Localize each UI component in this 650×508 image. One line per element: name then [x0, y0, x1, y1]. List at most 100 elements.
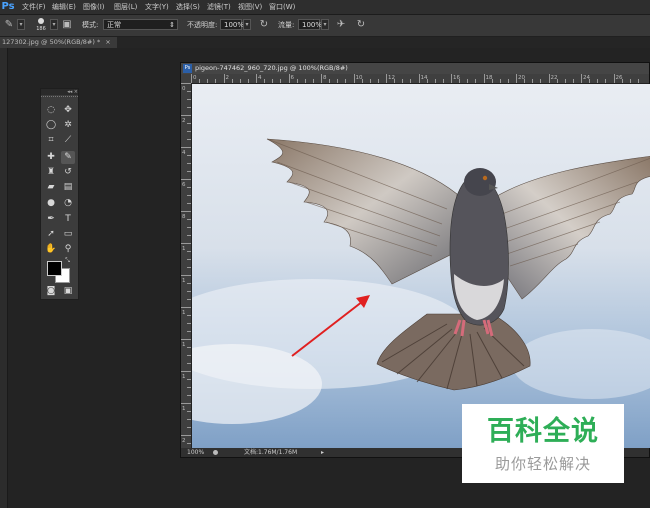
move-tool-icon[interactable]: ✥ — [61, 104, 75, 117]
ruler-tick — [187, 443, 191, 444]
foreground-color-swatch[interactable] — [47, 261, 62, 276]
ruler-tick — [459, 79, 461, 83]
status-info-icon[interactable] — [213, 450, 218, 455]
ruler-tick — [187, 219, 191, 220]
ruler-tick-label: 2 — [182, 118, 186, 124]
brush-panel-icon[interactable]: ▣ — [61, 19, 73, 31]
quick-mask-icon[interactable]: ◙ — [44, 285, 58, 298]
ruler-tick — [442, 79, 444, 83]
tab-document-127302[interactable]: 127302.jpg @ 50%(RGB/8#) * × — [0, 37, 117, 48]
ruler-tick — [187, 387, 191, 388]
ruler-tick — [187, 331, 191, 332]
pen-tool-icon[interactable]: ✒ — [44, 213, 58, 226]
marquee-tool-icon[interactable]: ◌ — [44, 104, 58, 117]
pressure-opacity-icon[interactable]: ↻ — [258, 19, 270, 31]
gradient-tool-icon[interactable]: ▤ — [61, 181, 75, 194]
status-menu-arrow-icon[interactable]: ▸ — [321, 448, 324, 457]
ruler-tick-label: 1 — [182, 406, 186, 412]
clone-stamp-tool-icon[interactable]: ♜ — [44, 166, 58, 179]
ruler-tick — [187, 131, 191, 132]
vertical-ruler[interactable]: 02468111111222 — [181, 83, 192, 448]
ruler-tick — [572, 79, 574, 83]
ruler-tick — [304, 79, 306, 83]
pressure-size-icon[interactable]: ↻ — [355, 19, 367, 31]
menu-item[interactable]: 选择(S) — [176, 0, 200, 14]
ruler-tick — [191, 74, 192, 83]
zoom-level[interactable]: 100% — [187, 448, 204, 457]
left-panel-dock — [0, 48, 8, 508]
crop-tool-icon[interactable]: ⌗ — [44, 134, 58, 147]
ruler-tick — [499, 79, 501, 83]
ruler-tick — [548, 74, 550, 83]
hand-tool-icon[interactable]: ✋ — [44, 243, 58, 256]
menu-item[interactable]: 窗口(W) — [269, 0, 295, 14]
ruler-tick-label: 1 — [182, 246, 186, 252]
airbrush-icon[interactable]: ✈ — [335, 19, 347, 31]
brush-tool-icon[interactable]: ✎ — [61, 151, 75, 164]
mode-select[interactable]: 正常 ⇕ — [103, 19, 178, 30]
healing-brush-tool-icon[interactable]: ✚ — [44, 151, 58, 164]
zoom-tool-icon[interactable]: ⚲ — [61, 243, 75, 256]
history-brush-tool-icon[interactable]: ↺ — [61, 166, 75, 179]
ruler-tick — [491, 79, 493, 83]
magic-wand-tool-icon[interactable]: ✲ — [61, 119, 75, 132]
ruler-tick — [187, 91, 191, 92]
horizontal-ruler[interactable]: 0 2 4 6 8 10 12 14 16 18 20 22 24 26 — [191, 74, 649, 84]
eyedropper-tool-icon[interactable]: ⟋ — [61, 134, 75, 147]
image-canvas[interactable] — [192, 84, 650, 448]
lasso-tool-icon[interactable]: ◯ — [44, 119, 58, 132]
flow-input[interactable]: 100% — [298, 19, 322, 30]
ruler-tick — [181, 115, 191, 116]
ruler-tick — [556, 79, 558, 83]
menu-item[interactable]: 滤镜(T) — [207, 0, 231, 14]
brush-size-dropdown[interactable]: ▾ — [50, 19, 58, 30]
flow-dropdown[interactable]: ▾ — [321, 19, 329, 30]
menu-item[interactable]: 图层(L) — [114, 0, 137, 14]
tab-label: 127302.jpg @ 50%(RGB/8#) * — [2, 38, 101, 46]
menu-item[interactable]: 文件(F) — [22, 0, 46, 14]
flow-label: 流量: — [278, 21, 295, 29]
ruler-tick-label: 1 — [182, 310, 186, 316]
ruler-tick — [418, 74, 420, 83]
ruler-tick-label: 1 — [182, 278, 186, 284]
blur-tool-icon[interactable]: ● — [44, 197, 58, 210]
ruler-tick — [187, 99, 191, 100]
path-selection-tool-icon[interactable]: ➚ — [44, 228, 58, 241]
swap-colors-icon[interactable]: ⤡ — [63, 257, 72, 265]
tools-panel-grip[interactable] — [41, 96, 78, 102]
menu-item[interactable]: 图像(I) — [83, 0, 105, 14]
opacity-input[interactable]: 100% — [220, 19, 244, 30]
menu-item[interactable]: 编辑(E) — [52, 0, 76, 14]
menu-item[interactable]: 文字(Y) — [145, 0, 169, 14]
brush-tool-icon[interactable]: ✎ — [3, 19, 15, 31]
ruler-tick — [187, 195, 191, 196]
options-bar: ✎ ▾ 186 ▾ ▣ 模式: 正常 ⇕ 不透明度: 100% ▾ ↻ 流量: 1… — [0, 15, 650, 37]
tab-close-icon[interactable]: × — [105, 38, 110, 46]
type-tool-icon[interactable]: T — [61, 213, 75, 226]
ruler-tick — [321, 74, 322, 83]
ruler-tick — [187, 171, 191, 172]
ruler-tick — [223, 74, 225, 83]
brush-preset-picker[interactable]: 186 — [33, 18, 49, 34]
menu-item[interactable]: 视图(V) — [238, 0, 262, 14]
screen-mode-icon[interactable]: ▣ — [61, 285, 75, 298]
ruler-tick — [187, 235, 191, 236]
ruler-tick — [187, 355, 191, 356]
rectangle-tool-icon[interactable]: ▭ — [61, 228, 75, 241]
tools-panel-header[interactable]: ◂◂ × — [41, 89, 78, 95]
ruler-tick-label: 6 — [290, 75, 295, 81]
ruler-origin[interactable] — [181, 74, 191, 83]
ps-document-icon: Ps — [183, 64, 192, 73]
tool-preset-dropdown[interactable]: ▾ — [17, 19, 25, 30]
opacity-dropdown[interactable]: ▾ — [243, 19, 251, 30]
ruler-tick — [187, 379, 191, 380]
ruler-tick — [451, 74, 452, 83]
ruler-tick — [187, 315, 191, 316]
ruler-tick — [564, 79, 566, 83]
dodge-tool-icon[interactable]: ◔ — [61, 197, 75, 210]
ruler-tick — [296, 79, 298, 83]
ruler-tick — [247, 79, 249, 83]
document-size: 文档:1.76M/1.76M — [244, 449, 298, 456]
document-title-bar[interactable]: Ps pigeon-747462_960_720.jpg @ 100%(RGB/… — [181, 63, 649, 74]
eraser-tool-icon[interactable]: ▰ — [44, 181, 58, 194]
